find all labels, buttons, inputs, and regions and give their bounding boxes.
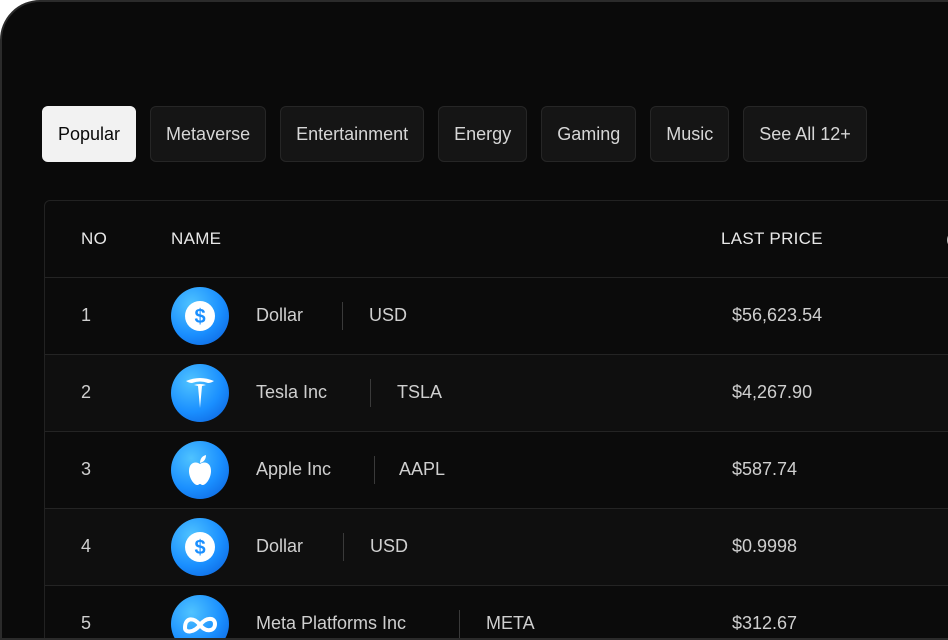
row-number: 3 — [81, 459, 92, 479]
asset-name: Tesla Inc — [256, 382, 328, 402]
table-row[interactable]: 3 Apple Inc AAPL $587.74 — [45, 432, 948, 509]
row-number: 5 — [81, 613, 92, 633]
tab-see-all[interactable]: See All 12+ — [743, 106, 867, 162]
divider — [343, 533, 344, 561]
column-header-name[interactable]: NAME — [171, 229, 221, 249]
row-number: 1 — [81, 305, 92, 325]
market-table: NO NAME LAST PRICE 1 $ Dollar USD $56,62… — [44, 200, 948, 638]
svg-text:$: $ — [194, 537, 205, 559]
last-price: $312.67 — [732, 613, 798, 633]
tab-popular[interactable]: Popular — [42, 106, 137, 162]
meta-icon — [171, 595, 229, 638]
asset-symbol: AAPL — [399, 459, 446, 479]
tesla-icon — [171, 364, 229, 422]
asset-symbol: USD — [370, 536, 409, 556]
asset-symbol: META — [486, 613, 535, 633]
asset-name: Apple Inc — [256, 459, 332, 479]
table-header: NO NAME LAST PRICE — [45, 201, 948, 278]
svg-text:$: $ — [194, 306, 205, 328]
category-tabs: Popular Metaverse Entertainment Energy G… — [42, 106, 867, 162]
tab-entertainment[interactable]: Entertainment — [280, 106, 425, 162]
table-row[interactable]: 4 $ Dollar USD $0.9998 — [45, 509, 948, 586]
asset-name: Dollar — [256, 536, 304, 556]
dollar-icon: $ — [171, 518, 229, 576]
asset-symbol: USD — [369, 305, 408, 325]
column-header-last-price[interactable]: LAST PRICE — [721, 229, 823, 249]
column-header-no[interactable]: NO — [81, 229, 107, 249]
last-price: $0.9998 — [732, 536, 798, 556]
dollar-icon: $ — [171, 287, 229, 345]
asset-name: Dollar — [256, 305, 304, 325]
table-row[interactable]: 5 Meta Platforms Inc META $312.67 — [45, 586, 948, 638]
tab-metaverse[interactable]: Metaverse — [150, 106, 267, 162]
row-number: 2 — [81, 382, 92, 402]
app-window: Popular Metaverse Entertainment Energy G… — [0, 0, 948, 640]
last-price: $4,267.90 — [732, 382, 813, 402]
last-price: $587.74 — [732, 459, 798, 479]
row-number: 4 — [81, 536, 92, 556]
divider — [374, 456, 375, 484]
asset-symbol: TSLA — [397, 382, 443, 402]
tab-energy[interactable]: Energy — [438, 106, 528, 162]
apple-icon — [171, 441, 229, 499]
table-row[interactable]: 2 Tesla Inc TSLA $4,267.90 — [45, 355, 948, 432]
divider — [342, 302, 343, 330]
table-row[interactable]: 1 $ Dollar USD $56,623.54 — [45, 278, 948, 355]
divider — [459, 610, 460, 638]
last-price: $56,623.54 — [732, 305, 823, 325]
divider — [370, 379, 371, 407]
asset-name: Meta Platforms Inc — [256, 613, 407, 633]
tab-music[interactable]: Music — [650, 106, 730, 162]
tab-gaming[interactable]: Gaming — [541, 106, 637, 162]
